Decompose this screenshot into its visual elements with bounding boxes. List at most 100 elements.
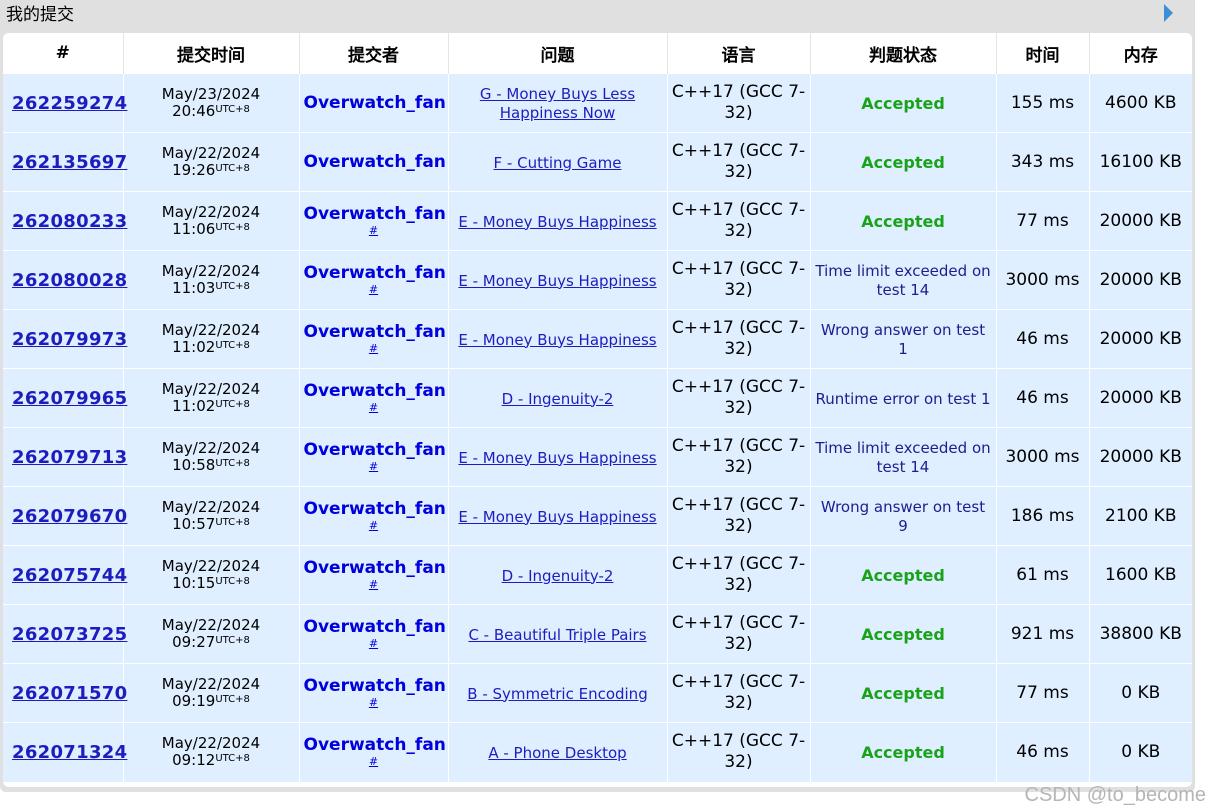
- memory-cell: 20000 KB: [1089, 191, 1192, 251]
- author-hash-link[interactable]: #: [304, 696, 444, 710]
- problem-link[interactable]: E - Money Buys Happiness: [458, 449, 656, 467]
- problem-link[interactable]: E - Money Buys Happiness: [458, 508, 656, 526]
- submit-date: May/22/2024: [161, 262, 261, 280]
- submit-clock: 19:26: [172, 161, 216, 179]
- author-hash-link[interactable]: #: [304, 578, 444, 592]
- watermark: CSDN @to_become: [1024, 784, 1206, 806]
- submission-id-link[interactable]: 262071324: [12, 742, 127, 763]
- submit-clock: 11:02: [172, 338, 216, 356]
- problem-cell: C - Beautiful Triple Pairs: [448, 604, 668, 664]
- problem-link[interactable]: E - Money Buys Happiness: [458, 331, 656, 349]
- submit-time-cell: May/22/2024 19:26UTC+8: [123, 132, 300, 192]
- author-link[interactable]: Overwatch_fan: [304, 263, 446, 283]
- author-link[interactable]: Overwatch_fan: [304, 499, 446, 519]
- submission-id-link[interactable]: 262080028: [12, 270, 127, 291]
- time-cell: 921 ms: [996, 604, 1090, 664]
- author-hash-link[interactable]: #: [304, 224, 444, 238]
- author-link[interactable]: Overwatch_fan: [304, 676, 446, 696]
- next-page-arrow-icon[interactable]: [1164, 4, 1173, 22]
- verdict-cell: Accepted: [810, 604, 997, 664]
- author-link[interactable]: Overwatch_fan: [304, 322, 446, 342]
- verdict-text: Accepted: [861, 683, 945, 703]
- language-cell: C++17 (GCC 7-32): [667, 486, 811, 546]
- timezone: UTC+8: [215, 694, 250, 705]
- timezone: UTC+8: [215, 635, 250, 646]
- table-header-row: # 提交时间 提交者 问题 语言 判题状态 时间 内存: [3, 33, 1192, 74]
- submission-id-cell: 262079973: [3, 309, 127, 369]
- author-link[interactable]: Overwatch_fan: [304, 558, 446, 578]
- submission-id-link[interactable]: 262079670: [12, 506, 127, 527]
- problem-link[interactable]: C - Beautiful Triple Pairs: [468, 626, 646, 644]
- problem-link[interactable]: G - Money Buys Less Happiness Now: [480, 85, 635, 122]
- author-cell: Overwatch_fan #: [299, 663, 449, 723]
- submit-date: May/22/2024: [161, 203, 261, 221]
- author-link[interactable]: Overwatch_fan: [304, 617, 446, 637]
- timezone: UTC+8: [215, 340, 250, 351]
- author-link[interactable]: Overwatch_fan: [304, 204, 446, 224]
- problem-link[interactable]: F - Cutting Game: [494, 154, 622, 172]
- author-hash-link[interactable]: #: [304, 460, 444, 474]
- verdict-cell: Accepted: [810, 663, 997, 723]
- submission-id-cell: 262079713: [3, 427, 127, 487]
- author-hash-link[interactable]: #: [304, 519, 444, 533]
- submission-id-cell: 262073725: [3, 604, 127, 664]
- verdict-text: Accepted: [861, 211, 945, 231]
- author-hash-link[interactable]: #: [304, 401, 444, 415]
- problem-link[interactable]: D - Ingenuity-2: [502, 390, 614, 408]
- time-cell: 3000 ms: [996, 250, 1090, 310]
- submission-id-cell: 262071570: [3, 663, 127, 723]
- submit-date: May/22/2024: [161, 439, 261, 457]
- submission-id-link[interactable]: 262135697: [12, 152, 127, 173]
- submission-id-cell: 262135697: [3, 132, 127, 192]
- time-cell: 46 ms: [996, 368, 1090, 428]
- time-cell: 186 ms: [996, 486, 1090, 546]
- author-link[interactable]: Overwatch_fan: [304, 440, 446, 460]
- author-link[interactable]: Overwatch_fan: [304, 735, 446, 755]
- problem-cell: E - Money Buys Happiness: [448, 427, 668, 487]
- problem-link[interactable]: E - Money Buys Happiness: [458, 272, 656, 290]
- problem-link[interactable]: A - Phone Desktop: [488, 744, 626, 762]
- submit-date: May/22/2024: [161, 675, 261, 693]
- table-row: 262080233 May/22/2024 11:06UTC+8 Overwatc…: [3, 191, 1192, 251]
- submit-time-cell: May/22/2024 10:15UTC+8: [123, 545, 300, 605]
- submission-id-link[interactable]: 262259274: [12, 93, 127, 114]
- submission-id-link[interactable]: 262073725: [12, 624, 127, 645]
- language-cell: C++17 (GCC 7-32): [667, 132, 811, 192]
- author-hash-link[interactable]: #: [304, 283, 444, 297]
- verdict-text: Accepted: [861, 624, 945, 644]
- problem-link[interactable]: E - Money Buys Happiness: [458, 213, 656, 231]
- submission-id-link[interactable]: 262080233: [12, 211, 127, 232]
- table-row: 262135697 May/22/2024 19:26UTC+8 Overwatc…: [3, 132, 1192, 192]
- author-hash-link[interactable]: #: [304, 637, 444, 651]
- submission-id-link[interactable]: 262079713: [12, 447, 127, 468]
- table-row: 262071324 May/22/2024 09:12UTC+8 Overwatc…: [3, 722, 1192, 782]
- header-id: #: [3, 33, 124, 74]
- verdict-text: Time limit exceeded on test 14: [815, 262, 991, 299]
- verdict-text: Wrong answer on test 9: [820, 498, 986, 535]
- submit-time-cell: May/22/2024 09:27UTC+8: [123, 604, 300, 664]
- submit-time-cell: May/22/2024 11:06UTC+8: [123, 191, 300, 251]
- author-link[interactable]: Overwatch_fan: [304, 152, 446, 172]
- timezone: UTC+8: [215, 753, 250, 765]
- problem-cell: F - Cutting Game: [448, 132, 668, 192]
- submission-id-link[interactable]: 262079965: [12, 388, 127, 409]
- author-cell: Overwatch_fan #: [299, 309, 449, 369]
- author-link[interactable]: Overwatch_fan: [304, 93, 446, 113]
- submit-clock: 20:46: [172, 102, 216, 120]
- author-hash-link[interactable]: #: [304, 755, 444, 769]
- submission-id-link[interactable]: 262079973: [12, 329, 127, 350]
- author-hash-link[interactable]: #: [304, 342, 444, 356]
- problem-link[interactable]: D - Ingenuity-2: [502, 567, 614, 585]
- submission-id-link[interactable]: 262071570: [12, 683, 127, 704]
- author-link[interactable]: Overwatch_fan: [304, 381, 446, 401]
- language-cell: C++17 (GCC 7-32): [667, 250, 811, 310]
- verdict-cell: Accepted: [810, 191, 997, 251]
- timezone: UTC+8: [215, 163, 250, 174]
- table-row: 262075744 May/22/2024 10:15UTC+8 Overwatc…: [3, 545, 1192, 605]
- problem-link[interactable]: B - Symmetric Encoding: [467, 685, 647, 703]
- language-cell: C++17 (GCC 7-32): [667, 191, 811, 251]
- table-row: 262071570 May/22/2024 09:19UTC+8 Overwatc…: [3, 663, 1192, 723]
- submission-id-link[interactable]: 262075744: [12, 565, 127, 586]
- time-cell: 46 ms: [996, 722, 1090, 782]
- timezone: UTC+8: [215, 104, 250, 115]
